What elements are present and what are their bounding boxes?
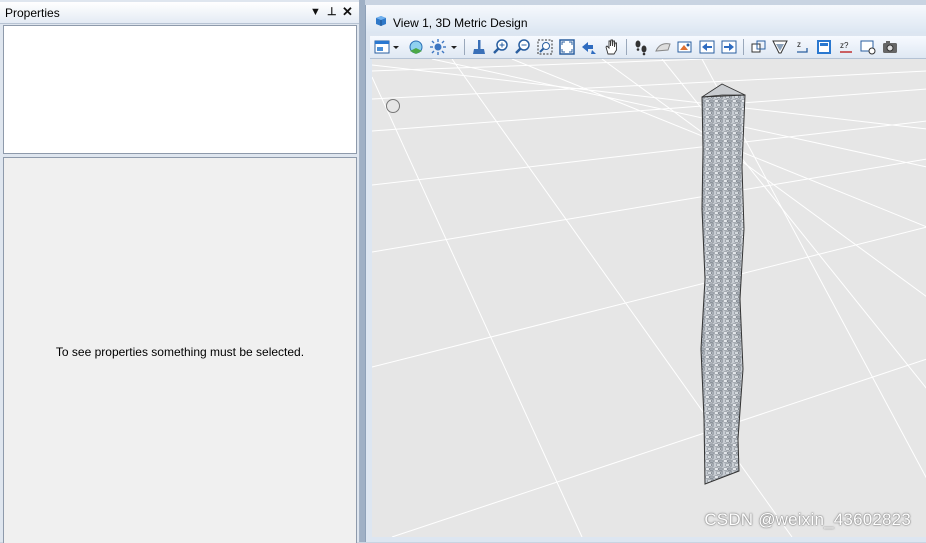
properties-title: Properties xyxy=(5,6,60,20)
zoom-in-icon[interactable] xyxy=(492,38,510,56)
view-attributes-icon[interactable] xyxy=(373,38,391,56)
view-rotation-icon[interactable] xyxy=(749,38,767,56)
3d-scene xyxy=(372,59,926,537)
fit-view-icon[interactable] xyxy=(558,38,576,56)
close-icon[interactable]: ✕ xyxy=(342,5,353,19)
save-view-icon[interactable] xyxy=(881,38,899,56)
window-area-icon[interactable] xyxy=(536,38,554,56)
ground-grid xyxy=(372,59,926,537)
lighting-dropdown-icon[interactable] xyxy=(449,38,459,56)
view-properties-icon[interactable] xyxy=(815,38,833,56)
display-depth-icon[interactable]: z? xyxy=(837,38,855,56)
rotate-view-icon[interactable] xyxy=(580,38,598,56)
empty-selection-message: To see properties something must be sele… xyxy=(55,345,305,359)
panel-menu-dropdown-icon[interactable]: ▼ xyxy=(310,5,321,19)
watermark-text: CSDN @weixin_43602823 xyxy=(704,510,911,529)
textured-column[interactable] xyxy=(700,83,746,485)
view-title: View 1, 3D Metric Design xyxy=(393,16,528,30)
toolbar-separator xyxy=(464,39,465,55)
view-toolbar: z z? xyxy=(370,36,926,59)
view-cube-icon xyxy=(376,16,386,26)
pin-icon[interactable]: ⊥ xyxy=(327,5,337,19)
display-style-icon[interactable] xyxy=(407,38,425,56)
toolbar-separator xyxy=(743,39,744,55)
3d-viewport[interactable]: CSDN @weixin_43602823 xyxy=(372,59,926,537)
walk-icon[interactable] xyxy=(632,38,650,56)
svg-text:z: z xyxy=(797,40,801,49)
look-icon[interactable] xyxy=(654,38,672,56)
view-window: View 1, 3D Metric Design z z? CSDN @weix… xyxy=(365,5,926,542)
active-depth-icon[interactable] xyxy=(859,38,877,56)
view-origin-marker xyxy=(386,99,400,113)
zoom-out-icon[interactable] xyxy=(514,38,532,56)
properties-details-area: To see properties something must be sele… xyxy=(3,157,357,543)
change-view-perspective-icon[interactable]: z xyxy=(793,38,811,56)
view-attributes-dropdown-icon[interactable] xyxy=(391,38,401,56)
properties-title-bar: Properties ▼ ⊥ ✕ xyxy=(0,2,359,24)
toolbar-separator xyxy=(626,39,627,55)
svg-text:z?: z? xyxy=(840,41,849,50)
lighting-icon[interactable] xyxy=(429,38,447,56)
previous-view-icon[interactable] xyxy=(698,38,716,56)
pan-view-icon[interactable] xyxy=(602,38,620,56)
view-title-bar: View 1, 3D Metric Design xyxy=(366,5,926,33)
update-view-icon[interactable] xyxy=(470,38,488,56)
properties-panel: Properties ▼ ⊥ ✕ To see properties somet… xyxy=(0,0,360,543)
next-view-icon[interactable] xyxy=(720,38,738,56)
properties-selection-list[interactable] xyxy=(3,25,357,154)
camera-icon[interactable] xyxy=(676,38,694,56)
clip-volume-icon[interactable] xyxy=(771,38,789,56)
